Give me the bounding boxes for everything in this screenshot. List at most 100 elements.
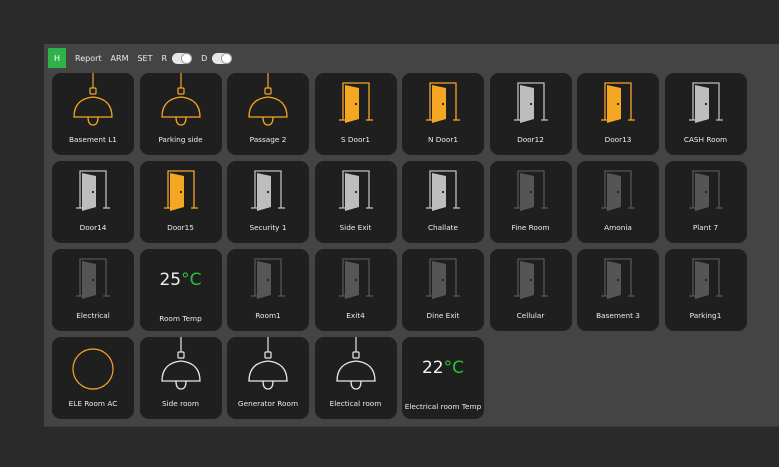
door-icon (513, 258, 548, 299)
top-band (0, 0, 779, 44)
toolbar: H Report ARM SET R D (48, 48, 233, 68)
toggle-r-label: R (161, 53, 168, 63)
tile-challate[interactable]: Challate (402, 161, 484, 243)
toggle-d-switch[interactable] (212, 52, 233, 64)
tile-exit4[interactable]: Exit4 (314, 249, 397, 331)
tile-door15[interactable]: Door15 (139, 161, 222, 243)
tile-label: Electrical room Temp (404, 402, 482, 411)
tile-cash-room[interactable]: CASH Room (664, 73, 747, 155)
tile-label: Room Temp (159, 314, 202, 323)
door-icon (688, 170, 723, 211)
door-icon (163, 170, 198, 211)
door-icon (601, 82, 635, 123)
home-button[interactable]: H (48, 48, 66, 68)
door-icon (251, 170, 285, 211)
tile-room1[interactable]: Room1 (227, 249, 309, 331)
tile-label: Cellular (516, 311, 545, 320)
device-panel: H Report ARM SET R D Basement L1 Parking … (44, 44, 779, 426)
temperature-value: 22 (421, 358, 444, 378)
tile-label: Door15 (167, 223, 194, 232)
set-menu-item[interactable]: SET (137, 54, 152, 63)
tile-label: Passage 2 (249, 135, 287, 144)
tile-label: Side Exit (339, 223, 372, 232)
tile-label: Fine Room (511, 223, 550, 232)
tile-label: Electical room (329, 399, 382, 408)
arm-menu-item[interactable]: ARM (111, 54, 129, 63)
report-menu-item[interactable]: Report (75, 54, 102, 63)
toggle-r-switch[interactable] (172, 52, 193, 64)
tile-generator-room[interactable]: Generator Room (227, 337, 309, 419)
tile-label: Dine Exit (426, 311, 460, 320)
temperature-unit: °C (181, 270, 202, 290)
tile-label: Parking1 (689, 311, 722, 320)
tile-side-room[interactable]: Side room (139, 337, 222, 419)
door-icon (513, 82, 548, 123)
panel-bottom-edge (44, 426, 779, 427)
tile-label: N Door1 (428, 135, 458, 144)
tile-n-door1[interactable]: N Door1 (402, 73, 484, 155)
tile-door14[interactable]: Door14 (52, 161, 134, 243)
door-icon (76, 258, 110, 299)
tile-electrical-room-temp[interactable]: 22°C Electrical room Temp (402, 337, 484, 419)
tile-parking1[interactable]: Parking1 (664, 249, 747, 331)
door-icon (688, 82, 723, 123)
tile-label: Exit4 (346, 311, 365, 320)
tile-label: Basement 3 (596, 311, 640, 320)
tile-label: Generator Room (237, 399, 299, 408)
tile-s-door1[interactable]: S Door1 (314, 73, 397, 155)
tile-label: Electrical (76, 311, 110, 320)
tile-label: Side room (162, 399, 199, 408)
tile-label: Amonia (604, 223, 632, 232)
tile-label: Plant 7 (692, 223, 719, 232)
lamp-icon (160, 337, 201, 390)
tile-room-temp[interactable]: 25°C Room Temp (139, 249, 222, 331)
tile-side-exit[interactable]: Side Exit (314, 161, 397, 243)
door-icon (338, 82, 373, 123)
door-icon (338, 258, 373, 299)
tile-electical-room[interactable]: Electical room (314, 337, 397, 419)
tile-label: Room1 (255, 311, 281, 320)
tile-passage-2[interactable]: Passage 2 (227, 73, 309, 155)
ac-icon (72, 348, 114, 390)
toggle-knob (222, 53, 232, 63)
tile-label: S Door1 (340, 135, 371, 144)
door-icon (426, 258, 460, 299)
tile-ele-room-ac[interactable]: ELE Room AC (52, 337, 134, 419)
tile-door12[interactable]: Door12 (489, 73, 572, 155)
temperature-unit: °C (443, 358, 464, 378)
tile-label: Parking side (158, 135, 203, 144)
tile-parking-side[interactable]: Parking side (139, 73, 222, 155)
door-icon (338, 170, 373, 211)
tile-security-1[interactable]: Security 1 (227, 161, 309, 243)
tile-dine-exit[interactable]: Dine Exit (402, 249, 484, 331)
tile-fine-room[interactable]: Fine Room (489, 161, 572, 243)
tile-label: ELE Room AC (68, 399, 118, 408)
tile-electrical[interactable]: Electrical (52, 249, 134, 331)
lamp-icon (248, 73, 288, 126)
toggle-knob (182, 53, 192, 63)
lamp-icon (160, 73, 201, 126)
temperature-readout: 25°C (140, 270, 222, 290)
tile-label: Door13 (604, 135, 632, 144)
door-icon (513, 170, 548, 211)
toggle-d-label: D (201, 53, 208, 63)
tile-label: Challate (427, 223, 459, 232)
tile-amonia[interactable]: Amonia (577, 161, 659, 243)
tile-label: Basement L1 (69, 135, 117, 144)
door-icon (688, 258, 723, 299)
tile-plant-7[interactable]: Plant 7 (664, 161, 747, 243)
tile-basement-l1[interactable]: Basement L1 (52, 73, 134, 155)
tile-label: CASH Room (683, 135, 728, 144)
temperature-value: 25 (159, 270, 182, 290)
door-icon (601, 258, 635, 299)
tile-cellular[interactable]: Cellular (489, 249, 572, 331)
lamp-icon (248, 337, 288, 390)
door-icon (426, 170, 460, 211)
door-icon (76, 170, 110, 211)
tile-basement-3[interactable]: Basement 3 (577, 249, 659, 331)
tile-door13[interactable]: Door13 (577, 73, 659, 155)
door-icon (251, 258, 285, 299)
tile-label: Door12 (517, 135, 544, 144)
lamp-icon (335, 337, 376, 390)
tile-label: Security 1 (249, 223, 287, 232)
